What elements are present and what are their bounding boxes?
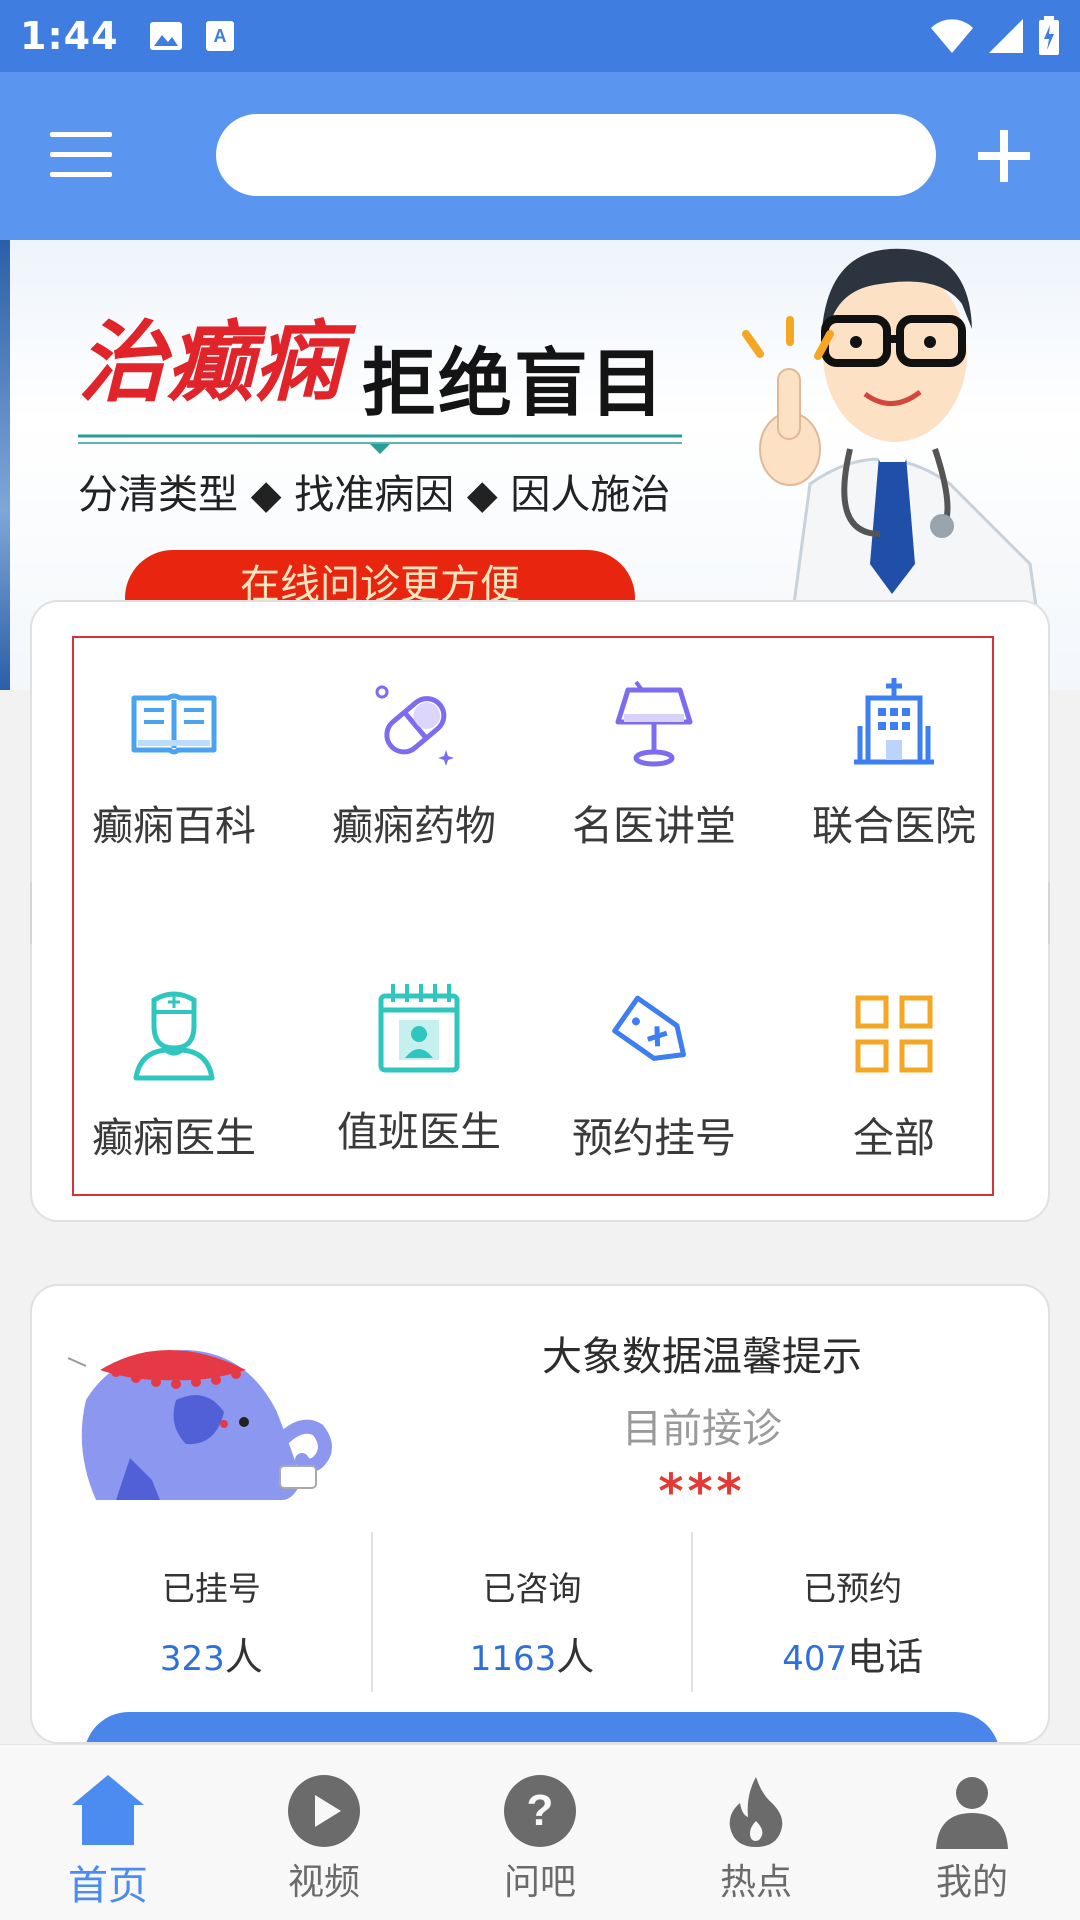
- category-hospitals[interactable]: 联合医院: [794, 674, 994, 852]
- stat-unit: 人: [556, 1635, 595, 1679]
- nav-questions[interactable]: ? 问吧: [432, 1745, 648, 1920]
- banner-edge: [0, 240, 10, 690]
- doctor-icon: [133, 991, 215, 1081]
- category-grid: 癫痫百科 癫痫药物 名医讲堂 联合医院 癫痫医生 值班医生 预约挂号 全部: [72, 636, 994, 1196]
- hamburger-menu-icon[interactable]: [50, 132, 116, 178]
- nav-label: 问吧: [503, 1862, 576, 1903]
- play-icon: [288, 1775, 360, 1847]
- hospital-icon: [854, 678, 934, 765]
- category-label: 全部: [853, 1114, 935, 1162]
- stat-unit: 电话: [847, 1635, 924, 1679]
- category-label: 癫痫医生: [92, 1114, 256, 1162]
- status-bar: 1:44 A: [0, 0, 1080, 72]
- category-card: 癫痫百科 癫痫药物 名医讲堂 联合医院 癫痫医生 值班医生 预约挂号 全部: [30, 600, 1050, 1222]
- category-lectures[interactable]: 名医讲堂: [554, 674, 754, 852]
- category-label: 值班医生: [337, 1108, 501, 1156]
- stat-unit: 人: [224, 1635, 263, 1679]
- image-icon: [149, 22, 182, 50]
- status-time: 1:44: [20, 14, 119, 58]
- system-indicators: [930, 16, 1060, 56]
- info-subtitle: 目前接诊: [622, 1406, 782, 1452]
- plus-icon[interactable]: [976, 128, 1032, 184]
- banner-subtitle: 分清类型 ◆ 找准病因 ◆ 因人施治: [78, 472, 671, 518]
- card-edge-mark: [1048, 882, 1050, 944]
- text-a-icon: A: [205, 21, 234, 51]
- calendar-person-icon: [378, 984, 460, 1073]
- grid-icon: [855, 995, 933, 1073]
- capsule-icon: [375, 685, 454, 766]
- cartoon-doctor-illustration: [742, 248, 1042, 634]
- info-action-button[interactable]: [84, 1712, 1000, 1742]
- info-title: 大象数据温馨提示: [542, 1334, 862, 1380]
- bottom-nav: 首页 视频 ? 问吧 热点 我的: [0, 1744, 1080, 1920]
- category-label: 名医讲堂: [572, 802, 736, 850]
- stats-row: 已挂号 323人 已咨询 1163人 已预约 407电话: [52, 1532, 1012, 1692]
- app-bar: [0, 72, 1080, 240]
- stat-label: 已挂号: [161, 1569, 261, 1608]
- search-input[interactable]: [216, 114, 936, 196]
- app-screen: 1:44 A 治癫痫 拒绝盲目 分清类型 ◆ 找准病因 ◆ 因人施治 在线问诊更…: [0, 0, 1080, 1920]
- stat-number: 323: [159, 1639, 225, 1679]
- svg-text:A: A: [213, 26, 226, 46]
- notification-icons: A: [149, 20, 235, 52]
- flame-icon: [729, 1777, 783, 1847]
- lamp-icon: [615, 680, 693, 767]
- stat-reserved: 已预约 407电话: [693, 1532, 1012, 1692]
- nav-home[interactable]: 首页: [0, 1745, 216, 1920]
- nav-label: 视频: [287, 1862, 360, 1903]
- svg-text:?: ?: [527, 1786, 554, 1835]
- battery-charging-icon: [1039, 16, 1059, 55]
- category-label: 预约挂号: [572, 1114, 736, 1162]
- signal-icon: [989, 19, 1023, 53]
- category-duty-doctors[interactable]: 值班医生: [319, 980, 519, 1158]
- nav-mine[interactable]: 我的: [864, 1745, 1080, 1920]
- category-label: 癫痫百科: [92, 802, 256, 850]
- card-edge-mark: [30, 882, 32, 944]
- banner-divider: [78, 434, 682, 454]
- category-encyclopedia[interactable]: 癫痫百科: [74, 674, 274, 852]
- question-icon: ?: [504, 1775, 576, 1847]
- stat-consulted: 已咨询 1163人: [373, 1532, 694, 1692]
- stat-label: 已预约: [803, 1569, 903, 1608]
- stat-value: 1163人: [373, 1626, 692, 1681]
- nav-hot[interactable]: 热点: [648, 1745, 864, 1920]
- nav-label: 我的: [935, 1862, 1008, 1903]
- tag-icon: [612, 995, 686, 1061]
- banner-title-black: 拒绝盲目: [362, 341, 666, 427]
- category-label: 联合医院: [812, 802, 976, 850]
- banner-title-red: 治癫痫: [78, 310, 343, 414]
- wifi-icon: [931, 19, 973, 53]
- category-drugs[interactable]: 癫痫药物: [314, 674, 514, 852]
- person-icon: [936, 1777, 1008, 1849]
- open-book-icon: [131, 693, 217, 755]
- category-all[interactable]: 全部: [794, 986, 994, 1164]
- stat-number: 407: [782, 1639, 848, 1679]
- nav-video[interactable]: 视频: [216, 1745, 432, 1920]
- stat-registered: 已挂号 323人: [52, 1532, 373, 1692]
- nav-label: 首页: [68, 1863, 148, 1909]
- stat-label: 已咨询: [482, 1569, 582, 1608]
- nav-label: 热点: [719, 1862, 792, 1903]
- stat-value: 323人: [52, 1626, 371, 1681]
- elephant-mascot: [67, 1350, 332, 1500]
- info-card: 大象数据温馨提示 目前接诊 *** 已挂号 323人 已咨询 1163人 已预约…: [30, 1284, 1050, 1744]
- category-doctors[interactable]: 癫痫医生: [74, 986, 274, 1164]
- home-icon: [72, 1775, 144, 1845]
- info-stars: ***: [658, 1464, 746, 1520]
- category-appointment[interactable]: 预约挂号: [554, 986, 754, 1164]
- stat-number: 1163: [469, 1639, 557, 1679]
- stat-value: 407电话: [693, 1626, 1012, 1681]
- category-label: 癫痫药物: [332, 802, 496, 850]
